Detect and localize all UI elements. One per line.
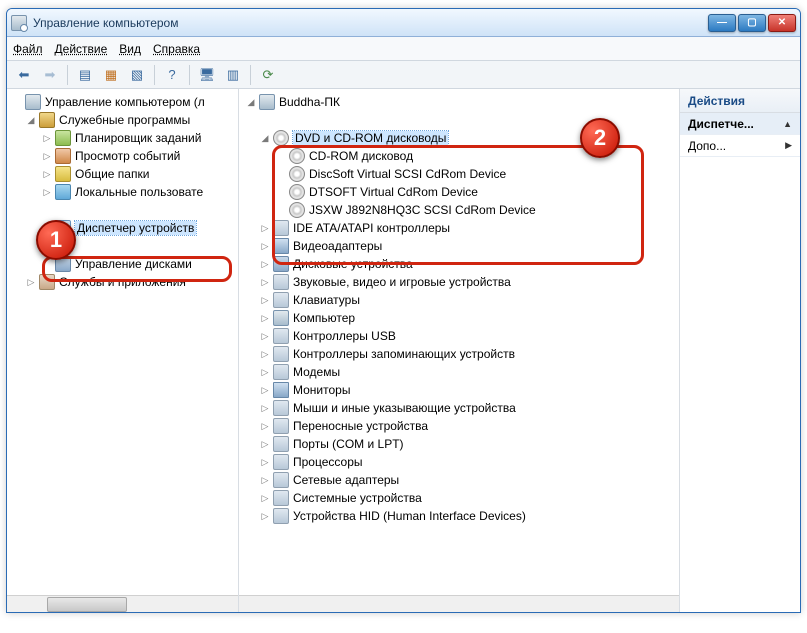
refresh-button[interactable]: ⟳ <box>257 64 279 86</box>
scheduler-icon <box>55 130 71 146</box>
callout-2: 2 <box>580 118 620 158</box>
tools-icon <box>39 112 55 128</box>
computer-cat-icon <box>273 310 289 326</box>
keyboard-icon <box>273 292 289 308</box>
sysdev-icon <box>273 490 289 506</box>
middle-pane: ◢Buddha-ПК ◢DVD и CD-ROM дисководы CD-RO… <box>239 89 680 612</box>
cd-category-icon <box>273 130 289 146</box>
event-icon <box>55 148 71 164</box>
menu-help[interactable]: Справка <box>153 42 200 56</box>
dev-ide[interactable]: ▷IDE ATA/ATAPI контроллеры <box>243 219 679 237</box>
video-icon <box>273 238 289 254</box>
dev-jsxw[interactable]: JSXW J892N8HQ3C SCSI CdRom Device <box>243 201 679 219</box>
toolbar: ⬅ ➡ ▤ ▦ ▧ ? 🖥 ▥ ⟳ <box>7 61 800 89</box>
dev-dtsoft[interactable]: DTSOFT Virtual CdRom Device <box>243 183 679 201</box>
hid-icon <box>273 508 289 524</box>
net-icon <box>273 472 289 488</box>
actions-more[interactable]: Допо...▶ <box>680 135 800 157</box>
menu-action[interactable]: Действие <box>55 42 108 56</box>
app-icon <box>11 15 27 31</box>
titlebar[interactable]: Управление компьютером — ▢ ✕ <box>7 9 800 37</box>
users-icon <box>55 184 71 200</box>
dev-discsoft[interactable]: DiscSoft Virtual SCSI CdRom Device <box>243 165 679 183</box>
dev-root[interactable]: ◢Buddha-ПК <box>243 93 679 111</box>
tree-event-viewer[interactable]: ▷Просмотр событий <box>9 147 238 165</box>
actions-context[interactable]: Диспетче...▲ <box>680 113 800 135</box>
help-button[interactable]: ? <box>161 64 183 86</box>
export-button[interactable]: ▧ <box>126 64 148 86</box>
ide-icon <box>273 220 289 236</box>
dev-modem[interactable]: ▷Модемы <box>243 363 679 381</box>
portable-icon <box>273 418 289 434</box>
view-devices-button[interactable]: ▥ <box>222 64 244 86</box>
cd-icon <box>289 166 305 182</box>
modem-icon <box>273 364 289 380</box>
cd-icon <box>289 202 305 218</box>
dev-ports[interactable]: ▷Порты (COM и LPT) <box>243 435 679 453</box>
dev-computer[interactable]: ▷Компьютер <box>243 309 679 327</box>
device-tree[interactable]: ◢Buddha-ПК ◢DVD и CD-ROM дисководы CD-RO… <box>239 89 679 595</box>
actions-pane: Действия Диспетче...▲ Допо...▶ <box>680 89 800 612</box>
actions-header: Действия <box>680 89 800 113</box>
dev-video[interactable]: ▷Видеоадаптеры <box>243 237 679 255</box>
mouse-icon <box>273 400 289 416</box>
dev-usb[interactable]: ▷Контроллеры USB <box>243 327 679 345</box>
dev-disk[interactable]: ▷Дисковые устройства <box>243 255 679 273</box>
scan-hardware-button[interactable]: 🖥 <box>196 64 218 86</box>
ports-icon <box>273 436 289 452</box>
maximize-button[interactable]: ▢ <box>738 14 766 32</box>
tree-root[interactable]: Управление компьютером (л <box>9 93 238 111</box>
dev-hid[interactable]: ▷Устройства HID (Human Interface Devices… <box>243 507 679 525</box>
menu-file[interactable]: Файл <box>13 42 43 56</box>
dev-cpu[interactable]: ▷Процессоры <box>243 453 679 471</box>
services-icon <box>39 274 55 290</box>
pc-icon <box>259 94 275 110</box>
left-pane: Управление компьютером (л ◢Служебные про… <box>7 89 239 612</box>
left-h-scrollbar[interactable] <box>7 595 238 612</box>
tree-disk-management[interactable]: Управление дисками <box>9 255 238 273</box>
show-hide-tree-button[interactable]: ▤ <box>74 64 96 86</box>
menubar: Файл Действие Вид Справка <box>7 37 800 61</box>
usb-icon <box>273 328 289 344</box>
dev-storage-ctrl[interactable]: ▷Контроллеры запоминающих устройств <box>243 345 679 363</box>
cd-icon <box>289 148 305 164</box>
storage-ctrl-icon <box>273 346 289 362</box>
close-button[interactable]: ✕ <box>768 14 796 32</box>
console-tree[interactable]: Управление компьютером (л ◢Служебные про… <box>7 89 238 595</box>
dev-net[interactable]: ▷Сетевые адаптеры <box>243 471 679 489</box>
dev-sound[interactable]: ▷Звуковые, видео и игровые устройства <box>243 273 679 291</box>
menu-view[interactable]: Вид <box>119 42 141 56</box>
cpu-icon <box>273 454 289 470</box>
tree-system-tools[interactable]: ◢Служебные программы <box>9 111 238 129</box>
mid-h-scrollbar[interactable] <box>239 595 679 612</box>
computer-mgmt-icon <box>25 94 41 110</box>
disk-icon <box>273 256 289 272</box>
nav-back-button[interactable]: ⬅ <box>13 64 35 86</box>
dev-portable[interactable]: ▷Переносные устройства <box>243 417 679 435</box>
submenu-arrow-icon: ▶ <box>785 140 792 151</box>
nav-forward-button[interactable]: ➡ <box>39 64 61 86</box>
app-window: Управление компьютером — ▢ ✕ Файл Действ… <box>6 8 801 613</box>
tree-local-users[interactable]: ▷Локальные пользовате <box>9 183 238 201</box>
tree-shared-folders[interactable]: ▷Общие папки <box>9 165 238 183</box>
tree-task-scheduler[interactable]: ▷Планировщик заданий <box>9 129 238 147</box>
properties-button[interactable]: ▦ <box>100 64 122 86</box>
dev-keyboard[interactable]: ▷Клавиатуры <box>243 291 679 309</box>
tree-services-apps[interactable]: ▷Службы и приложения <box>9 273 238 291</box>
dev-sysdev[interactable]: ▷Системные устройства <box>243 489 679 507</box>
monitor-icon <box>273 382 289 398</box>
sound-icon <box>273 274 289 290</box>
minimize-button[interactable]: — <box>708 14 736 32</box>
callout-1: 1 <box>36 220 76 260</box>
cd-icon <box>289 184 305 200</box>
dev-monitor[interactable]: ▷Мониторы <box>243 381 679 399</box>
collapse-icon: ▲ <box>783 119 792 129</box>
window-title: Управление компьютером <box>33 16 708 30</box>
share-icon <box>55 166 71 182</box>
dev-mouse[interactable]: ▷Мыши и иные указывающие устройства <box>243 399 679 417</box>
